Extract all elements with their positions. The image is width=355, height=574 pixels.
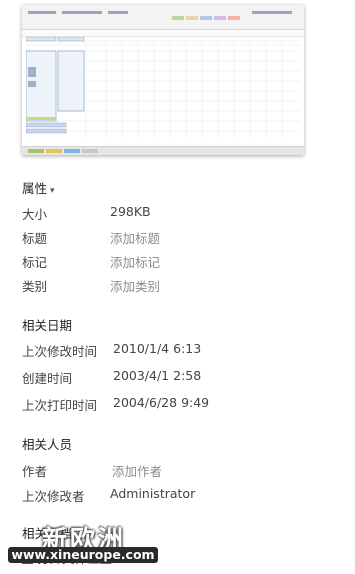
author-field[interactable]: 添加作者 [112, 461, 162, 480]
thumbnail-ribbon [22, 5, 304, 30]
last-printed-label: 上次打印时间 [22, 398, 98, 413]
document-thumbnail[interactable] [22, 5, 304, 155]
last-modified-by-label: 上次修改者 [22, 489, 85, 504]
category-field[interactable]: 添加类别 [110, 276, 160, 295]
created-value: 2003/4/1 2:58 [113, 368, 202, 383]
thumbnail-formula-bar [22, 30, 304, 37]
watermark-url: www.xineurope.com [8, 547, 158, 563]
thumbnail-sheet-tabs [22, 146, 304, 155]
last-printed-value: 2004/6/28 9:49 [113, 395, 210, 410]
tags-field[interactable]: 添加标记 [110, 252, 160, 271]
created-label: 创建时间 [22, 371, 73, 386]
last-modified-value: 2010/1/4 6:13 [113, 341, 202, 356]
size-value: 298KB [110, 204, 151, 219]
properties-header[interactable]: 属性 ▾ [22, 178, 55, 197]
title-field[interactable]: 添加标题 [110, 228, 160, 247]
category-label: 类别 [22, 279, 48, 294]
watermark: 新欧洲 www.xineurope.com [8, 520, 158, 572]
related-dates-header: 相关日期 [22, 318, 73, 333]
chevron-down-icon[interactable]: ▾ [50, 186, 55, 196]
size-label: 大小 [22, 207, 48, 222]
author-label: 作者 [22, 464, 48, 479]
last-modified-label: 上次修改时间 [22, 344, 98, 359]
title-label: 标题 [22, 231, 48, 246]
thumbnail-sheet-grid [26, 37, 300, 145]
properties-header-label: 属性 [22, 181, 48, 196]
related-people-header: 相关人员 [22, 437, 73, 452]
last-modified-by-value: Administrator [110, 486, 196, 501]
tags-label: 标记 [22, 255, 48, 270]
